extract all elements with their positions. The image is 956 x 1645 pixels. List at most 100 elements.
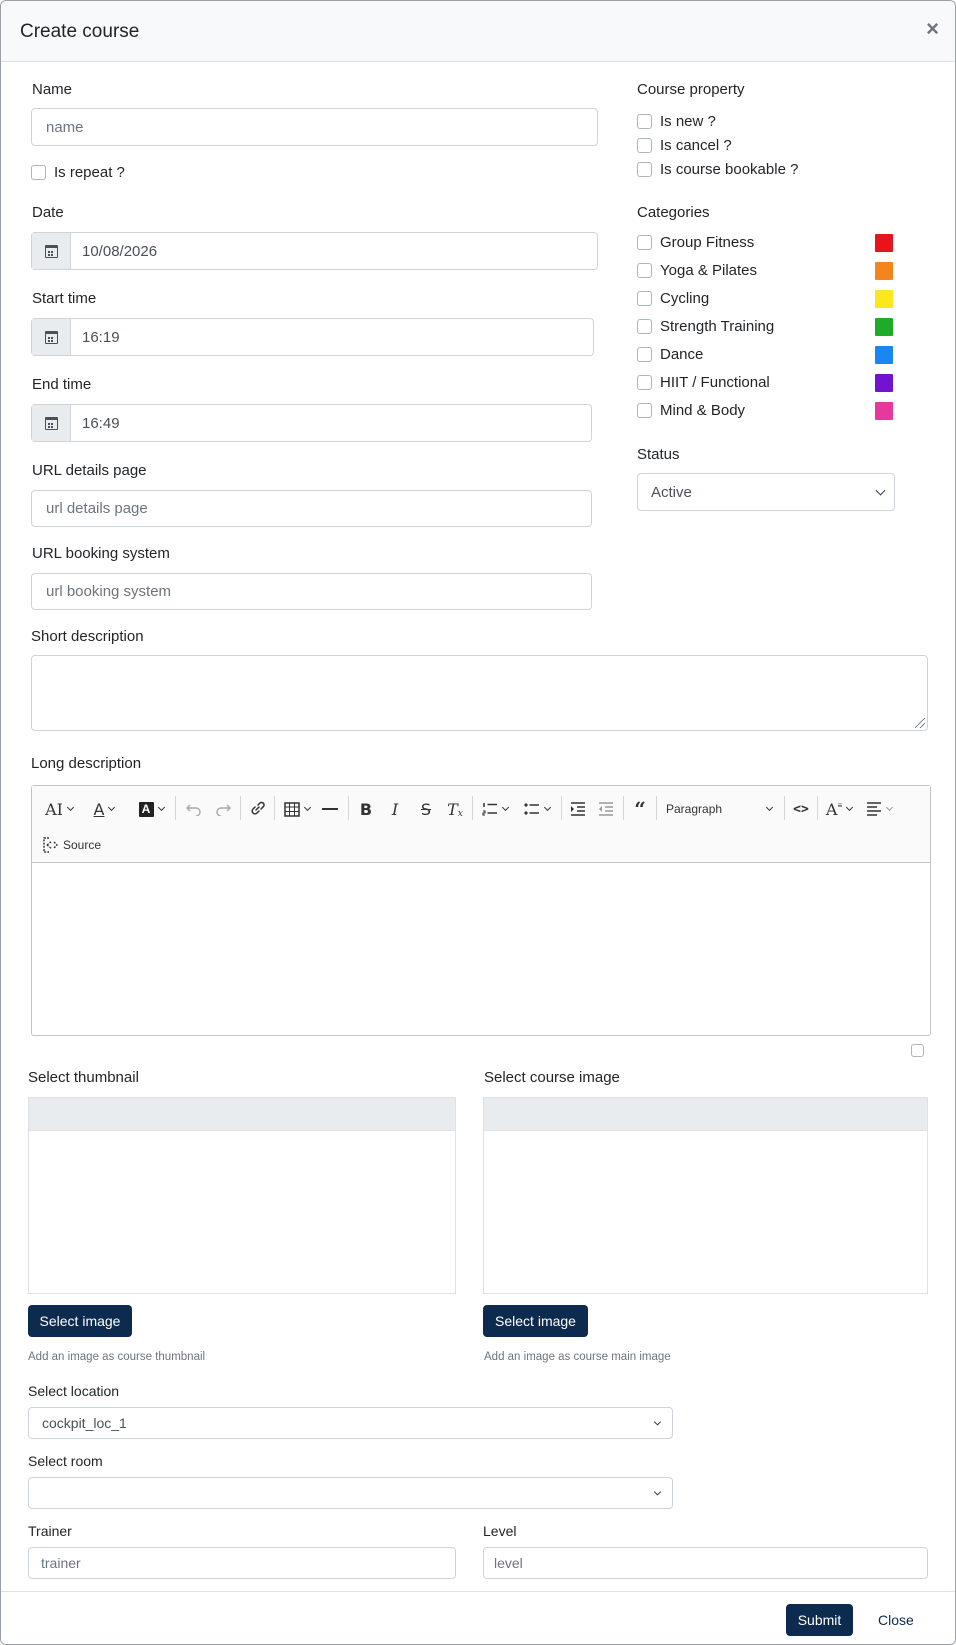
category-color-swatch	[875, 234, 893, 252]
is-cancel-label: Is cancel ?	[660, 137, 732, 154]
font-color-icon[interactable]: A	[87, 796, 121, 822]
start-time-input-group[interactable]: 16:19	[31, 318, 594, 356]
course-image-preview-header	[484, 1098, 927, 1131]
select-thumbnail-label: Select thumbnail	[28, 1069, 139, 1086]
dialog-header: Create course ×	[1, 1, 955, 62]
select-thumbnail-button[interactable]: Select image	[28, 1305, 132, 1337]
editor-toolbar: AI A A B I S T x “ Paragraph <> A ≡ Sour…	[32, 786, 930, 863]
category-color-swatch	[875, 262, 893, 280]
start-time-label: Start time	[32, 290, 97, 307]
create-course-dialog: Create course × Name name Is repeat ? Da…	[0, 0, 956, 1645]
resize-handle-icon[interactable]	[915, 718, 925, 728]
dialog-title: Create course	[20, 21, 140, 42]
start-time-input[interactable]: 16:19	[71, 319, 593, 355]
category-label: Yoga & Pilates	[660, 262, 758, 279]
room-select[interactable]	[28, 1477, 673, 1509]
horizontal-line-icon[interactable]	[318, 796, 342, 822]
categories-label: Categories	[637, 204, 710, 221]
editor-content-area[interactable]	[32, 864, 930, 1035]
level-label: Level	[483, 1523, 517, 1539]
source-icon	[43, 837, 58, 853]
short-description-textarea[interactable]	[31, 655, 928, 731]
align-icon[interactable]	[862, 796, 896, 822]
indent-icon[interactable]	[566, 796, 590, 822]
is-repeat-checkbox[interactable]	[31, 165, 46, 180]
select-location-label: Select location	[28, 1383, 120, 1399]
code-icon[interactable]: <>	[789, 796, 813, 822]
is-cancel-checkbox[interactable]	[637, 138, 652, 153]
end-time-input[interactable]: 16:49	[71, 405, 591, 441]
table-icon[interactable]	[280, 796, 314, 822]
date-input[interactable]: 10/08/2026	[71, 233, 597, 269]
blockquote-icon[interactable]: “	[628, 796, 652, 822]
category-checkbox-cycling[interactable]	[637, 291, 652, 306]
heading-dropdown[interactable]: Paragraph	[662, 796, 776, 822]
long-description-label: Long description	[31, 755, 142, 772]
redo-icon[interactable]	[211, 796, 235, 822]
chevron-down-icon	[653, 1418, 662, 1426]
location-value: cockpit_loc_1	[42, 1415, 127, 1431]
course-image-preview	[483, 1097, 928, 1294]
category-checkbox-hiit[interactable]	[637, 375, 652, 390]
font-size-icon[interactable]: AI	[42, 796, 76, 822]
submit-button[interactable]: Submit	[786, 1604, 853, 1636]
category-checkbox-dance[interactable]	[637, 347, 652, 362]
calendar-icon[interactable]	[32, 319, 71, 355]
status-select[interactable]: Active	[637, 473, 895, 511]
calendar-icon[interactable]	[32, 233, 71, 269]
level-input[interactable]: level	[483, 1547, 928, 1579]
location-select[interactable]: cockpit_loc_1	[28, 1407, 673, 1439]
thumbnail-help-text: Add an image as course thumbnail	[28, 1351, 206, 1363]
paragraph-label: Paragraph	[666, 802, 723, 816]
category-color-swatch	[875, 290, 893, 308]
end-time-label: End time	[32, 376, 92, 393]
close-button[interactable]: Close	[878, 1612, 914, 1628]
dialog-footer: Submit Close	[1, 1591, 955, 1644]
editor-toggle-checkbox[interactable]	[911, 1044, 924, 1057]
course-image-help-text: Add an image as course main image	[484, 1351, 671, 1363]
bold-icon[interactable]: B	[354, 796, 378, 822]
trainer-label: Trainer	[28, 1523, 72, 1539]
category-checkbox-yoga-pilates[interactable]	[637, 263, 652, 278]
category-checkbox-mind-body[interactable]	[637, 403, 652, 418]
category-checkbox-group-fitness[interactable]	[637, 235, 652, 250]
is-new-checkbox[interactable]	[637, 114, 652, 129]
category-checkbox-strength[interactable]	[637, 319, 652, 334]
undo-icon[interactable]	[182, 796, 206, 822]
category-color-swatch	[875, 374, 893, 392]
bulleted-list-icon[interactable]	[519, 796, 555, 822]
source-button[interactable]: Source	[42, 832, 106, 858]
url-details-input[interactable]: url details page	[31, 490, 592, 527]
is-bookable-checkbox[interactable]	[637, 162, 652, 177]
category-color-swatch	[875, 346, 893, 364]
close-icon[interactable]: ×	[926, 18, 939, 40]
numbered-list-icon[interactable]	[477, 796, 513, 822]
source-label: Source	[63, 838, 102, 852]
category-label: Cycling	[660, 290, 710, 307]
trainer-input[interactable]: trainer	[28, 1547, 456, 1579]
category-label: Mind & Body	[660, 402, 746, 419]
status-label: Status	[637, 446, 680, 463]
remove-format-icon[interactable]: Tx	[443, 796, 467, 822]
chevron-down-icon	[875, 485, 886, 496]
select-course-image-button[interactable]: Select image	[483, 1305, 588, 1337]
name-input[interactable]: name	[31, 108, 598, 146]
thumbnail-preview-header	[29, 1098, 455, 1131]
text-style-icon[interactable]: A ≡	[822, 796, 856, 822]
date-input-group[interactable]: 10/08/2026	[31, 232, 598, 270]
name-label: Name	[32, 81, 73, 98]
italic-icon[interactable]: I	[383, 796, 407, 822]
link-icon[interactable]	[245, 796, 269, 822]
url-details-label: URL details page	[32, 462, 147, 479]
short-description-label: Short description	[31, 628, 144, 645]
calendar-icon[interactable]	[32, 405, 71, 441]
status-value: Active	[651, 483, 692, 501]
chevron-down-icon	[653, 1488, 662, 1496]
strikethrough-icon[interactable]: S	[414, 796, 438, 822]
font-background-icon[interactable]: A	[134, 796, 168, 822]
rich-text-editor[interactable]: AI A A B I S T x “ Paragraph <> A ≡ Sour…	[31, 785, 931, 1036]
outdent-icon[interactable]	[594, 796, 618, 822]
is-repeat-label: Is repeat ?	[54, 164, 125, 181]
url-booking-input[interactable]: url booking system	[31, 573, 592, 610]
end-time-input-group[interactable]: 16:49	[31, 404, 592, 442]
